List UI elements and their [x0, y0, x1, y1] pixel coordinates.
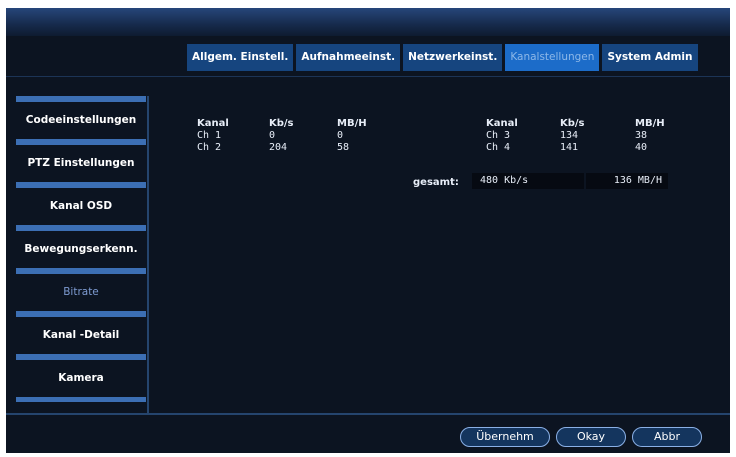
apply-button[interactable]: Übernehm — [460, 427, 550, 447]
table-cell-kbs: 204 — [269, 142, 288, 153]
header-mbh-left: MB/H — [337, 118, 367, 129]
okay-button[interactable]: Okay — [556, 427, 626, 447]
table-cell-mbh: 58 — [337, 142, 350, 153]
cancel-button[interactable]: Abbr — [632, 427, 702, 447]
table-cell-channel: Ch 2 — [197, 142, 222, 153]
footer-divider — [6, 413, 730, 415]
header-kanal-left: Kanal — [197, 118, 229, 129]
header-kbs-right: Kb/s — [560, 118, 585, 129]
bitrate-panel: Kanal Kb/s MB/H Ch 1 0 0 Ch 2 204 58 Kan… — [6, 8, 730, 408]
table-cell-channel: Ch 1 — [197, 130, 222, 141]
table-cell-kbs: 141 — [560, 142, 579, 153]
table-cell-kbs: 134 — [560, 130, 579, 141]
dvr-settings-screen: Allgem. Einstell. Aufnahmeeinst. Netzwer… — [6, 8, 730, 453]
total-kbs-value: 480 Kb/s — [472, 173, 584, 189]
table-cell-mbh: 40 — [635, 142, 648, 153]
table-cell-mbh: 0 — [337, 130, 344, 141]
header-kbs-left: Kb/s — [269, 118, 294, 129]
header-kanal-right: Kanal — [486, 118, 518, 129]
table-cell-kbs: 0 — [269, 130, 276, 141]
table-cell-channel: Ch 3 — [486, 130, 511, 141]
table-cell-channel: Ch 4 — [486, 142, 511, 153]
total-label: gesamt: — [413, 177, 459, 188]
table-cell-mbh: 38 — [635, 130, 648, 141]
header-mbh-right: MB/H — [635, 118, 665, 129]
button-bar: Übernehm Okay Abbr — [460, 427, 702, 447]
total-mbh-value: 136 MB/H — [586, 173, 668, 189]
